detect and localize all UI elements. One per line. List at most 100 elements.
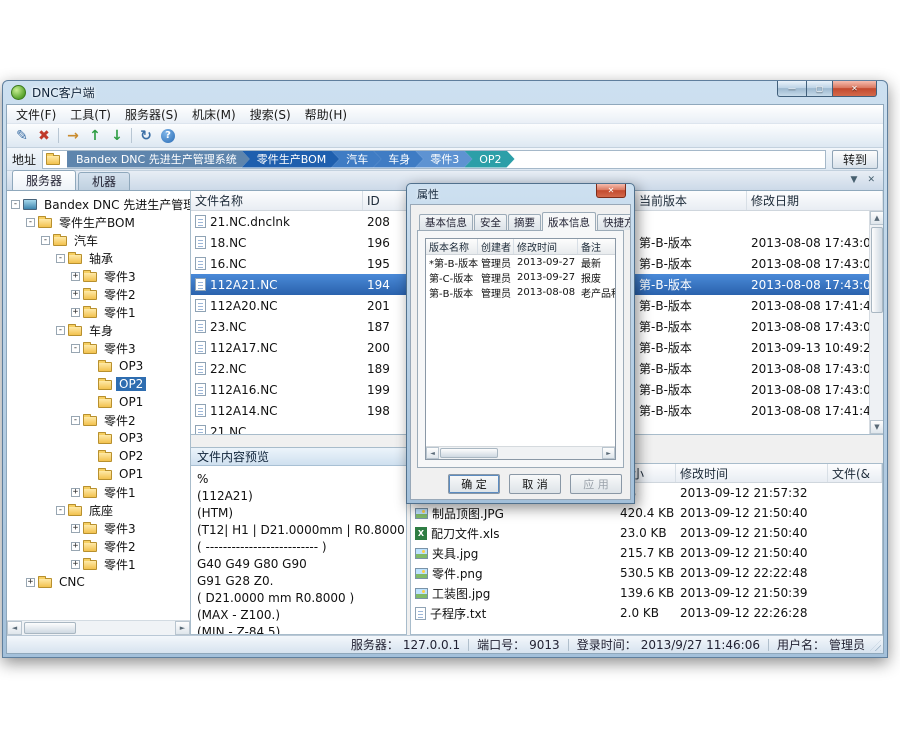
new-file-icon[interactable]: ✎ [11, 126, 33, 146]
tree-node[interactable]: OP1 [7, 465, 190, 483]
scroll-down-arrow[interactable]: ▼ [870, 420, 883, 434]
scroll-thumb[interactable] [871, 227, 883, 313]
tree-node[interactable]: -零件2 [7, 411, 190, 429]
send-icon[interactable]: → [62, 126, 84, 146]
address-field[interactable]: Bandex DNC 先进生产管理系统零件生产BOM汽车车身零件3OP2 [42, 150, 826, 169]
scroll-up-arrow[interactable]: ▲ [870, 211, 883, 225]
tree-node[interactable]: OP1 [7, 393, 190, 411]
tree-node[interactable]: +零件1 [7, 303, 190, 321]
tree-expander[interactable]: + [71, 308, 80, 317]
upload-icon[interactable]: ↑ [84, 126, 106, 146]
column-header-name[interactable]: 文件名称 [191, 191, 363, 210]
tree-node[interactable]: OP2 [7, 447, 190, 465]
tree-expander[interactable]: + [71, 560, 80, 569]
apply-button[interactable]: 应 用 [570, 474, 622, 494]
dialog-tab[interactable]: 安全 [474, 214, 507, 230]
dialog-close-button[interactable]: ✕ [596, 184, 626, 198]
menu-item[interactable]: 帮助(H) [298, 105, 354, 124]
column-header-version-name[interactable]: 版本名称 [426, 239, 478, 254]
version-row[interactable]: *第-B-版本管理员2013-09-27 14:…最新 [426, 255, 615, 270]
column-header-remark[interactable]: 备注 [578, 239, 616, 254]
tree-expander[interactable]: - [41, 236, 50, 245]
download-icon[interactable]: ↓ [106, 126, 128, 146]
ok-button[interactable]: 确 定 [448, 474, 500, 494]
tree-expander[interactable]: + [71, 488, 80, 497]
tree-expander[interactable]: - [56, 326, 65, 335]
scroll-thumb[interactable] [440, 448, 498, 458]
tree-node[interactable]: -车身 [7, 321, 190, 339]
menu-item[interactable]: 机床(M) [185, 105, 243, 124]
scroll-left-arrow[interactable]: ◄ [7, 621, 22, 635]
maximize-button[interactable]: ▢ [806, 81, 833, 97]
menu-item[interactable]: 服务器(S) [118, 105, 185, 124]
attachment-row[interactable]: 夹具.jpg215.7 KB2013-09-12 21:50:40 [411, 543, 882, 563]
minimize-button[interactable]: — [777, 81, 806, 97]
tree-node[interactable]: OP3 [7, 357, 190, 375]
version-row[interactable]: 第-B-版本管理员2013-08-08 17:…老产品程序 [426, 285, 615, 300]
scroll-thumb[interactable] [24, 622, 76, 634]
tree-node[interactable]: -汽车 [7, 231, 190, 249]
dialog-tab[interactable]: 版本信息 [542, 212, 596, 231]
scroll-left-arrow[interactable]: ◄ [426, 447, 439, 459]
column-header-date[interactable]: 修改日期 [747, 191, 883, 210]
tree-node[interactable]: -底座 [7, 501, 190, 519]
tree-expander[interactable]: - [56, 506, 65, 515]
tree-expander[interactable]: + [71, 542, 80, 551]
column-header-version[interactable]: 当前版本 [635, 191, 747, 210]
tree-node[interactable]: OP3 [7, 429, 190, 447]
column-header-creator[interactable]: 创建者 [478, 239, 514, 254]
tree-node[interactable]: +零件1 [7, 555, 190, 573]
tree-horizontal-scrollbar[interactable]: ◄ ► [7, 620, 190, 635]
breadcrumb-item[interactable]: Bandex DNC 先进生产管理系统 [67, 151, 250, 168]
menu-item[interactable]: 搜索(S) [243, 105, 298, 124]
column-header-file[interactable]: 文件(& [828, 464, 882, 482]
column-header-modified-time[interactable]: 修改时间 [514, 239, 578, 254]
breadcrumb-item[interactable]: 零件生产BOM [242, 151, 340, 168]
tree-expander[interactable]: - [26, 218, 35, 227]
tree-node[interactable]: -轴承 [7, 249, 190, 267]
dialog-horizontal-scrollbar[interactable]: ◄ ► [426, 446, 615, 459]
dialog-tab[interactable]: 基本信息 [419, 214, 473, 230]
tree-node[interactable]: +零件3 [7, 267, 190, 285]
tab-close-icon[interactable]: ✕ [867, 175, 875, 185]
tree-node[interactable]: -Bandex DNC 先进生产管理系统 [7, 195, 190, 213]
file-list-vertical-scrollbar[interactable]: ▲ ▼ [869, 211, 883, 434]
tree-expander[interactable]: + [71, 290, 80, 299]
tab-active[interactable]: 服务器 [12, 170, 76, 190]
attachment-row[interactable]: X配刀文件.xls23.0 KB2013-09-12 21:50:40 [411, 523, 882, 543]
column-header-time[interactable]: 修改时间 [676, 464, 828, 482]
version-row[interactable]: 第-C-版本管理员2013-09-27 14:…报废 [426, 270, 615, 285]
attachment-row[interactable]: 子程序.txt2.0 KB2013-09-12 22:26:28 [411, 603, 882, 623]
tree-node[interactable]: +零件2 [7, 537, 190, 555]
tree-expander[interactable]: + [71, 272, 80, 281]
tree-expander[interactable]: - [71, 416, 80, 425]
tree-expander[interactable]: - [71, 344, 80, 353]
tree-expander[interactable]: + [71, 524, 80, 533]
help-icon[interactable]: ? [157, 126, 179, 146]
tree-node[interactable]: +零件1 [7, 483, 190, 501]
tree-expander[interactable]: - [11, 200, 20, 209]
tree-expander[interactable]: + [26, 578, 35, 587]
attachment-row[interactable]: 工装图.jpg139.6 KB2013-09-12 21:50:39 [411, 583, 882, 603]
tree-node[interactable]: +零件3 [7, 519, 190, 537]
dialog-tab[interactable]: 摘要 [508, 214, 541, 230]
dialog-tab[interactable]: 快捷方式 [597, 214, 631, 230]
menu-item[interactable]: 文件(F) [9, 105, 63, 124]
menu-item[interactable]: 工具(T) [63, 105, 118, 124]
scroll-right-arrow[interactable]: ► [602, 447, 615, 459]
delete-icon[interactable]: ✖ [33, 126, 55, 146]
tree-expander[interactable]: - [56, 254, 65, 263]
cancel-button[interactable]: 取 消 [509, 474, 561, 494]
tree-node[interactable]: +零件2 [7, 285, 190, 303]
tree-node[interactable]: +CNC [7, 573, 190, 591]
tree-node[interactable]: -零件3 [7, 339, 190, 357]
scroll-right-arrow[interactable]: ► [175, 621, 190, 635]
refresh-icon[interactable]: ↻ [135, 126, 157, 146]
tab-inactive[interactable]: 机器 [78, 172, 130, 190]
tree-node[interactable]: -零件生产BOM [7, 213, 190, 231]
tree-node[interactable]: OP2 [7, 375, 190, 393]
go-button[interactable]: 转到 [832, 150, 878, 169]
attachment-row[interactable]: 制品顶图.JPG420.4 KB2013-09-12 21:50:40 [411, 503, 882, 523]
close-button[interactable]: ✕ [833, 81, 877, 97]
tab-dropdown-icon[interactable]: ▼ [851, 175, 858, 185]
